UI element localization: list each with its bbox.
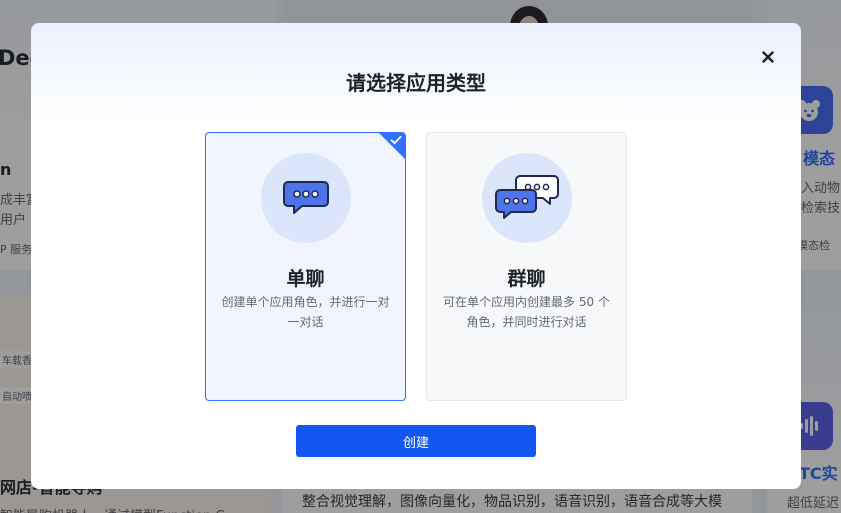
select-app-type-dialog: 请选择应用类型 单聊 创建单个应用角色，并进行一对一对话 群聊 可在单个应用内创… [31, 23, 801, 489]
create-button[interactable]: 创建 [296, 425, 536, 457]
option-title: 单聊 [286, 268, 325, 290]
option-description: 可在单个应用内创建最多 50 个角色，并同时进行对话 [443, 295, 610, 329]
group-chat-icon [481, 153, 572, 243]
close-icon [762, 51, 774, 63]
check-icon [390, 135, 402, 145]
option-group-chat[interactable]: 群聊 可在单个应用内创建最多 50 个角色，并同时进行对话 [426, 132, 627, 401]
dialog-title: 请选择应用类型 [346, 71, 486, 95]
close-button[interactable] [757, 46, 779, 68]
option-description: 创建单个应用角色，并进行一对一对话 [221, 295, 390, 329]
single-chat-icon [260, 153, 351, 243]
option-single-chat[interactable]: 单聊 创建单个应用角色，并进行一对一对话 [205, 132, 406, 401]
option-title: 群聊 [507, 268, 546, 290]
